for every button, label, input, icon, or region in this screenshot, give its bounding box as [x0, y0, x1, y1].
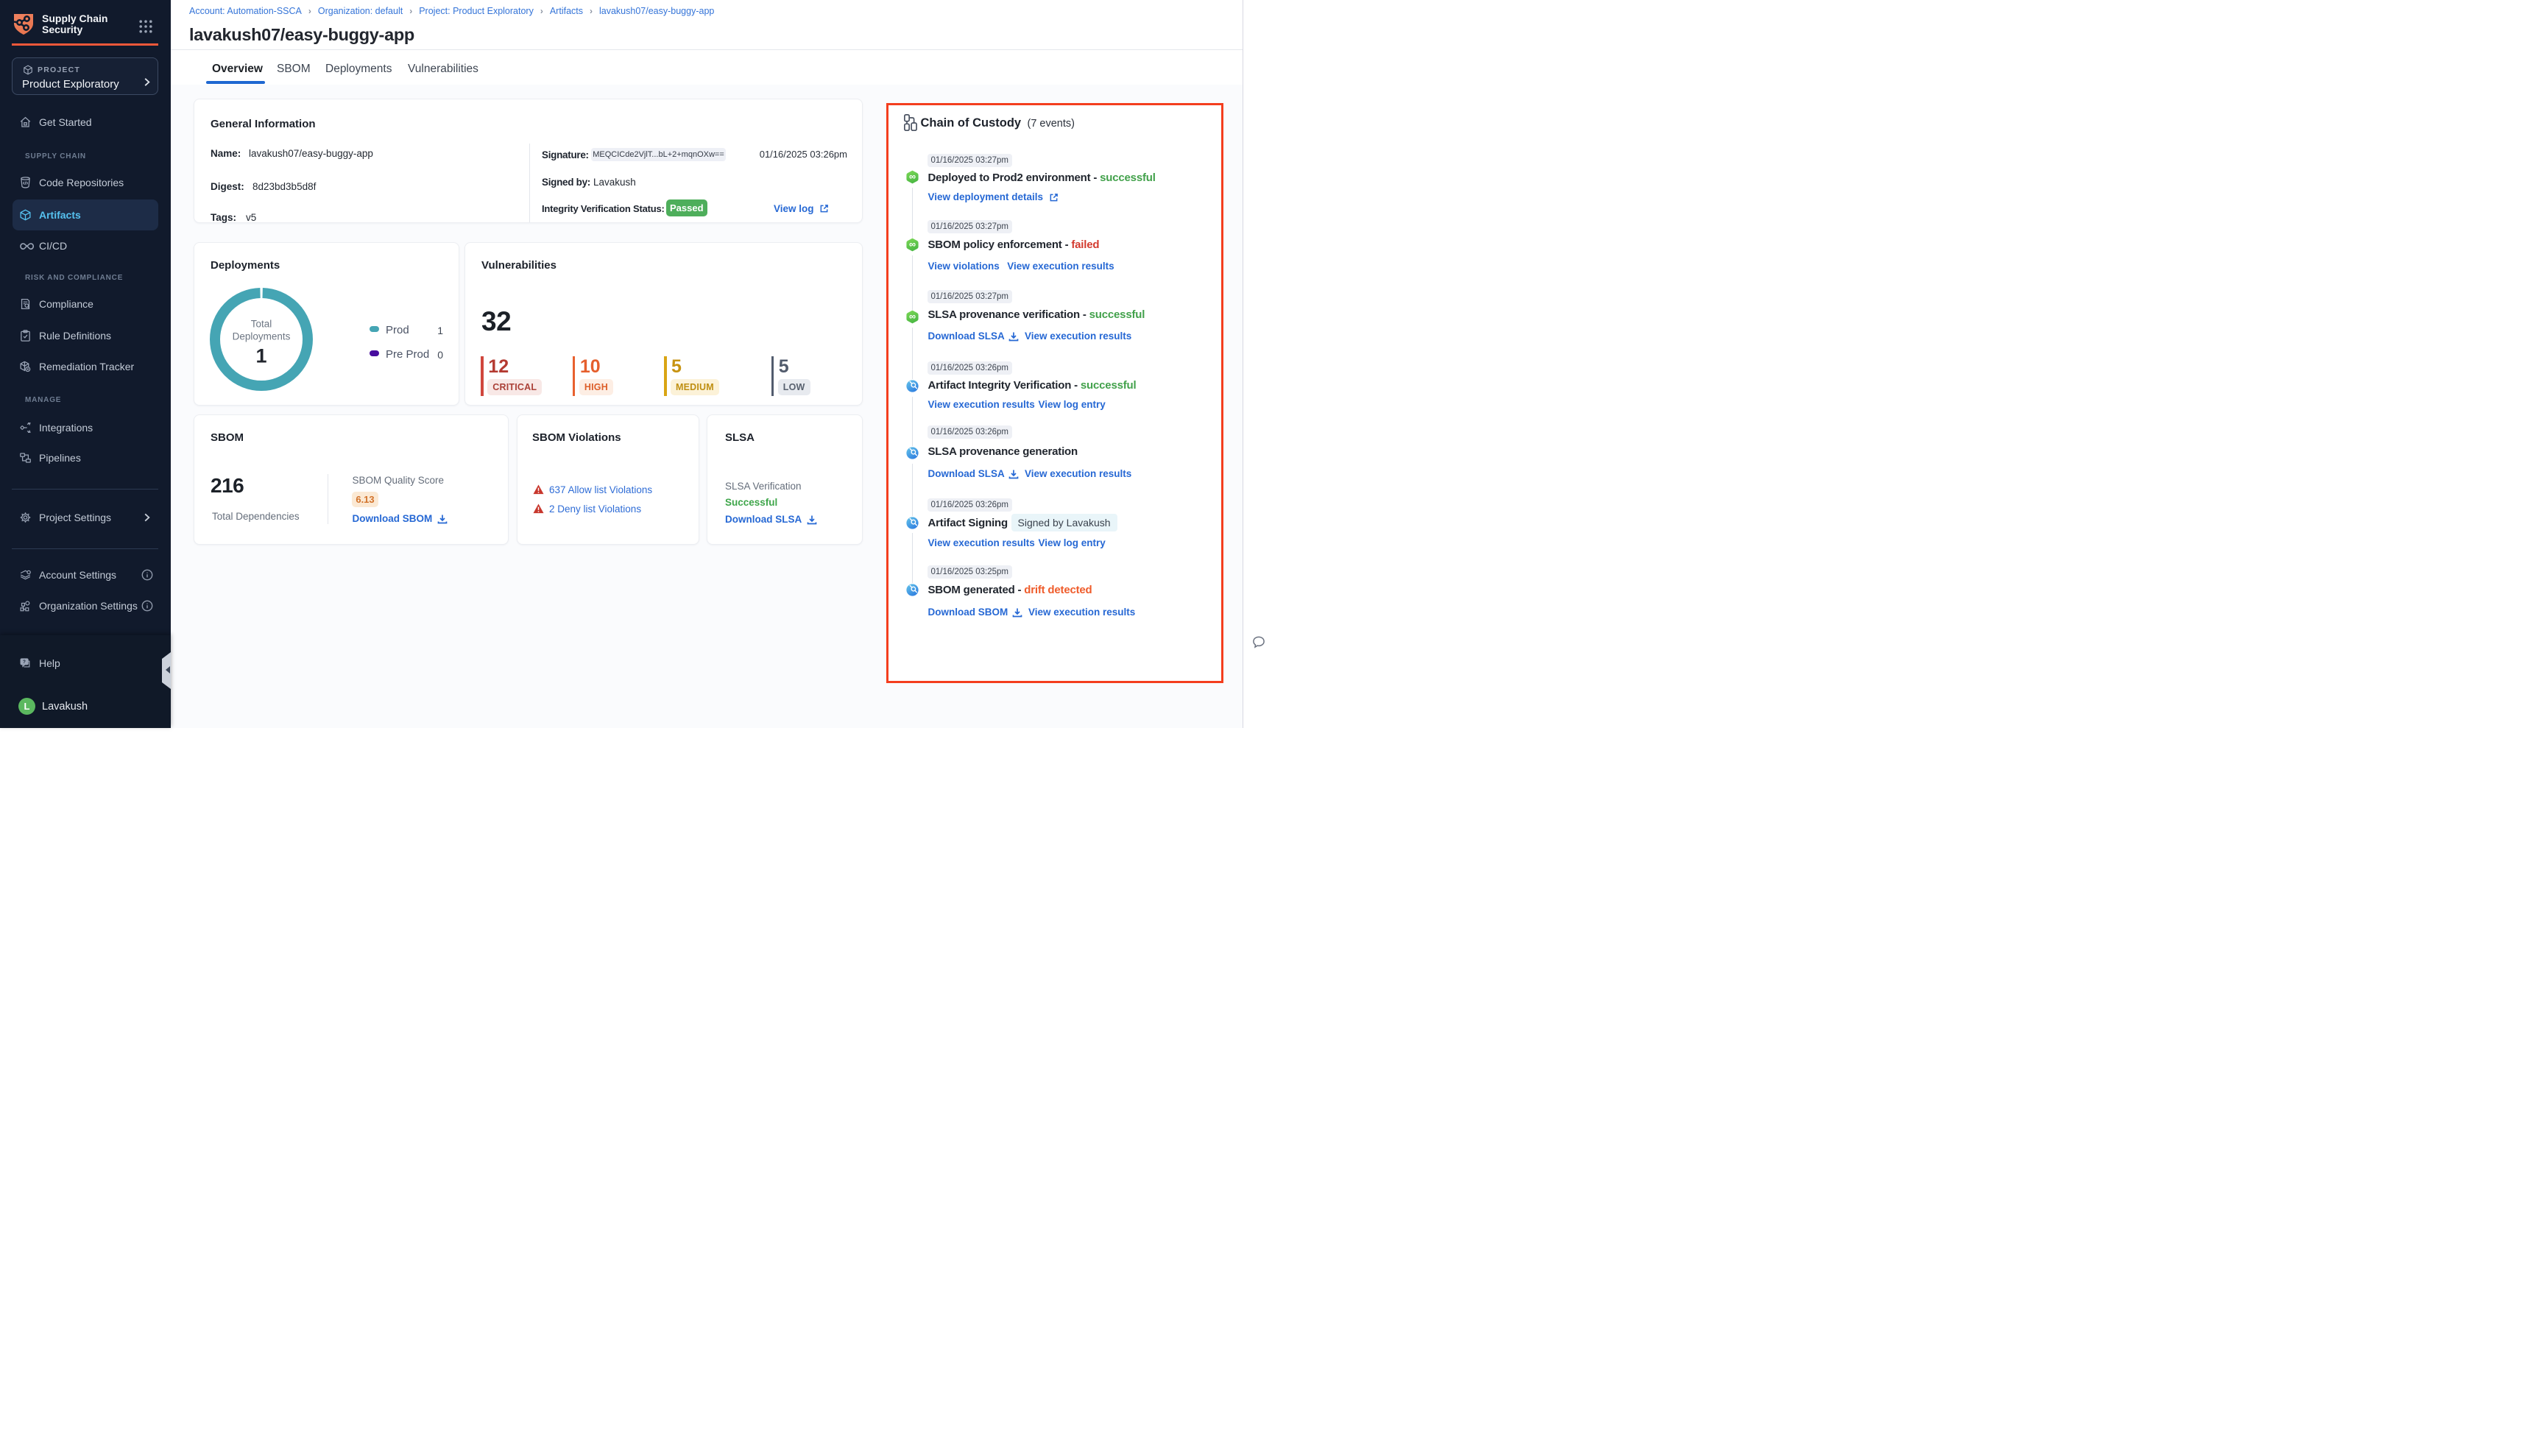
- svg-text:?: ?: [23, 660, 26, 665]
- svg-text:Total: Total: [250, 318, 272, 329]
- svg-text:Deployments: Deployments: [232, 331, 290, 342]
- svg-text:1: 1: [255, 344, 266, 367]
